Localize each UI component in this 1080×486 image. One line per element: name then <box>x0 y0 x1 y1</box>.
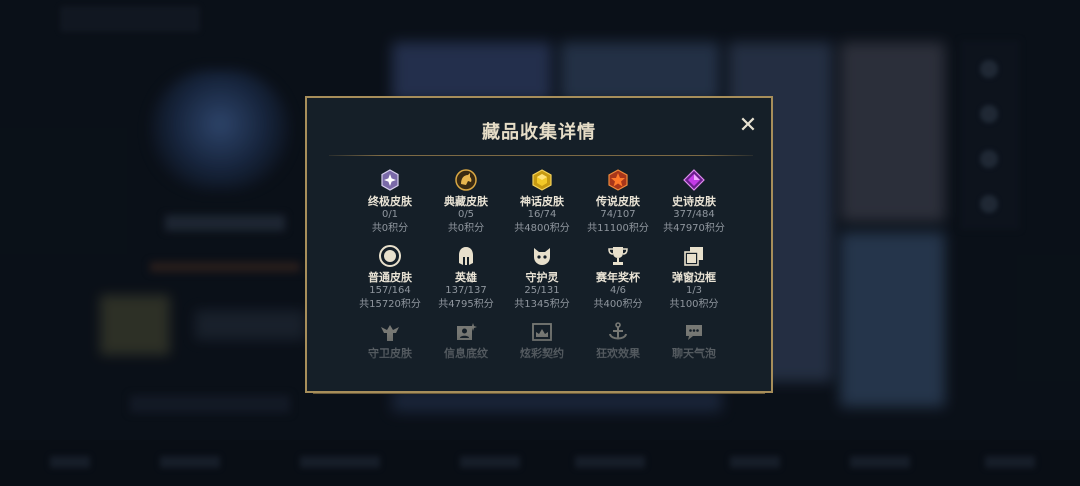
category-item[interactable]: 守护灵 25/131 共1345积分 <box>504 245 580 311</box>
category-count: 1/3 <box>685 285 703 296</box>
category-item[interactable]: 炫彩契约 <box>504 321 580 360</box>
ultimate-skin-icon <box>379 169 401 191</box>
category-count: 137/137 <box>445 285 487 296</box>
title-divider <box>329 155 753 156</box>
ward-skin-icon <box>379 321 401 343</box>
chat-bubble-icon <box>683 321 705 343</box>
category-points: 共100积分 <box>669 299 719 310</box>
category-item[interactable]: 典藏皮肤 0/5 共0积分 <box>428 169 504 235</box>
category-name: 神话皮肤 <box>520 195 564 208</box>
category-count: 16/74 <box>527 209 557 220</box>
category-points: 共0积分 <box>371 223 409 234</box>
category-name: 赛年奖杯 <box>596 271 640 284</box>
category-name: 史诗皮肤 <box>672 195 716 208</box>
category-name: 英雄 <box>455 271 477 284</box>
category-item[interactable]: 神话皮肤 16/74 共4800积分 <box>504 169 580 235</box>
champion-helmet-icon <box>455 245 477 267</box>
legendary-skin-icon <box>607 169 629 191</box>
category-name: 炫彩契约 <box>520 347 564 360</box>
category-points: 共4795积分 <box>438 299 494 310</box>
category-count: 0/5 <box>457 209 475 220</box>
category-name: 终极皮肤 <box>368 195 412 208</box>
category-item[interactable]: 狂欢效果 <box>580 321 656 360</box>
category-points: 共4800积分 <box>514 223 570 234</box>
category-points: 共15720积分 <box>359 299 421 310</box>
category-name: 信息底纹 <box>444 347 488 360</box>
epic-skin-icon <box>683 169 705 191</box>
category-count: 74/107 <box>600 209 636 220</box>
category-name: 狂欢效果 <box>596 347 640 360</box>
category-points: 共11100积分 <box>587 223 649 234</box>
category-points: 共0积分 <box>447 223 485 234</box>
category-points: 共1345积分 <box>514 299 570 310</box>
category-points: 共47970积分 <box>663 223 725 234</box>
category-name: 守卫皮肤 <box>368 347 412 360</box>
banner-icon <box>455 321 477 343</box>
category-count: 157/164 <box>369 285 411 296</box>
category-item[interactable]: 守卫皮肤 <box>352 321 428 360</box>
modal-title: 藏品收集详情 <box>482 122 596 143</box>
category-points: 共400积分 <box>593 299 643 310</box>
category-count: 25/131 <box>524 285 560 296</box>
mythic-skin-icon <box>531 169 553 191</box>
category-item[interactable]: 传说皮肤 74/107 共11100积分 <box>580 169 656 235</box>
prestige-skin-icon <box>455 169 477 191</box>
category-item[interactable]: 弹窗边框 1/3 共100积分 <box>656 245 732 311</box>
close-button[interactable]: ✕ <box>737 115 759 137</box>
category-item[interactable]: 终极皮肤 0/1 共0积分 <box>352 169 428 235</box>
category-count: 377/484 <box>673 209 715 220</box>
category-item[interactable]: 赛年奖杯 4/6 共400积分 <box>580 245 656 311</box>
category-item[interactable]: 信息底纹 <box>428 321 504 360</box>
category-name: 弹窗边框 <box>672 271 716 284</box>
category-name: 典藏皮肤 <box>444 195 488 208</box>
standard-skin-icon <box>379 245 401 267</box>
category-name: 普通皮肤 <box>368 271 412 284</box>
category-name: 守护灵 <box>525 271 559 284</box>
emote-effect-icon <box>607 321 629 343</box>
collection-details-modal: 藏品收集详情 ✕ 终极皮肤 0/1 共0积分 典藏皮肤 0/5 共0积分 神话皮… <box>305 96 773 393</box>
category-count: 0/1 <box>381 209 399 220</box>
category-item[interactable]: 普通皮肤 157/164 共15720积分 <box>352 245 428 311</box>
companion-icon <box>531 245 553 267</box>
category-count: 4/6 <box>609 285 627 296</box>
category-item[interactable]: 英雄 137/137 共4795积分 <box>428 245 504 311</box>
category-name: 传说皮肤 <box>596 195 640 208</box>
frame-icon <box>683 245 705 267</box>
category-name: 聊天气泡 <box>672 347 716 360</box>
chroma-icon <box>531 321 553 343</box>
category-item[interactable]: 聊天气泡 <box>656 321 732 360</box>
trophy-icon <box>607 245 629 267</box>
category-item[interactable]: 史诗皮肤 377/484 共47970积分 <box>656 169 732 235</box>
